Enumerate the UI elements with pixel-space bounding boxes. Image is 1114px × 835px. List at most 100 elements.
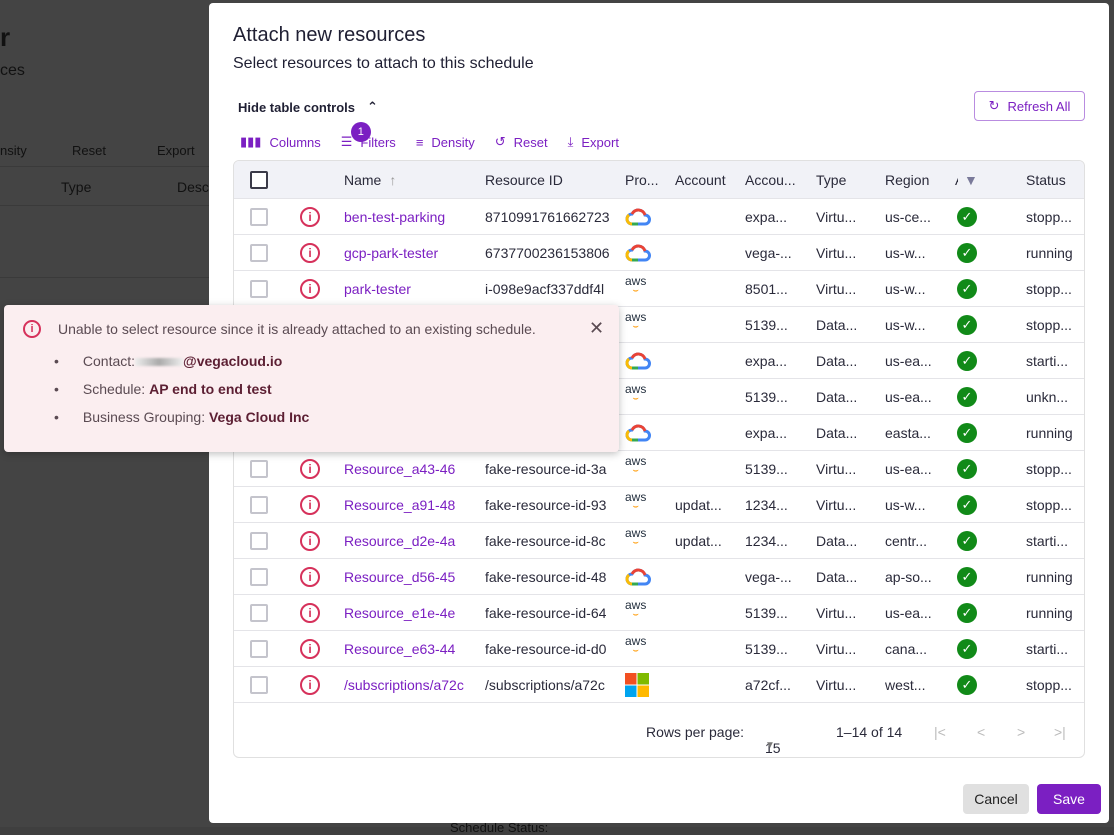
status: running [1026, 244, 1073, 261]
chevron-up-icon: ⌃ [367, 99, 378, 114]
info-icon[interactable]: i [300, 674, 320, 695]
account-name: 5139... [745, 388, 788, 405]
info-icon[interactable]: i [300, 530, 320, 551]
contact-label: Contact: [82, 353, 136, 369]
account-name: 5139... [745, 640, 788, 657]
row-checkbox[interactable] [250, 459, 268, 478]
save-button[interactable]: Save [1037, 784, 1101, 814]
row-checkbox[interactable] [250, 207, 268, 226]
provider-cell: aws ⌣ [625, 631, 646, 666]
rows-per-page-label: Rows per page: [646, 724, 745, 740]
col-name[interactable]: Name ↑ [344, 161, 396, 198]
filter-count-badge: 1 [350, 122, 371, 142]
type: Data... [816, 568, 858, 585]
status: running [1026, 604, 1073, 621]
check-circle-icon: ✓ [957, 674, 977, 695]
table-row[interactable]: i Resource_e1e-4e fake-resource-id-64 aw… [234, 595, 1084, 631]
type: Virtu... [816, 244, 857, 261]
first-page-icon[interactable]: |< [934, 724, 946, 740]
row-checkbox[interactable] [250, 675, 268, 694]
bg-col-type: Type [61, 179, 92, 195]
columns-label: Columns [269, 134, 321, 150]
region: us-w... [885, 316, 926, 333]
table-row[interactable]: i park-tester i-098e9acf337ddf4l aws ⌣ 85… [234, 271, 1084, 307]
row-checkbox[interactable] [250, 567, 268, 586]
filter-lines-icon: ☰ [340, 134, 353, 149]
prev-page-icon[interactable]: < [977, 724, 985, 740]
info-icon[interactable]: i [300, 494, 320, 515]
col-type[interactable]: Type [816, 161, 846, 198]
row-checkbox[interactable] [250, 495, 268, 514]
info-icon[interactable]: i [300, 602, 320, 623]
resource-name-link[interactable]: park-tester [344, 271, 476, 306]
info-icon[interactable]: i [300, 566, 320, 587]
row-checkbox[interactable] [250, 279, 268, 298]
row-checkbox[interactable] [250, 531, 268, 550]
resource-name-link[interactable]: ben-test-parking [344, 199, 476, 234]
last-page-icon[interactable]: >| [1054, 724, 1066, 740]
gcp-icon [625, 352, 651, 369]
toast-contact: • Contact: @vegacloud.io [54, 353, 283, 369]
status: stopp... [1026, 496, 1072, 513]
info-icon[interactable]: i [300, 458, 320, 479]
resource-name-link[interactable]: gcp-park-tester [344, 235, 476, 270]
close-icon[interactable]: ✕ [589, 318, 604, 339]
resource-name-link[interactable]: /subscriptions/a72c [344, 667, 476, 702]
table-row[interactable]: i ben-test-parking 8710991761662723 expa… [234, 199, 1084, 235]
resource-id: 6737700236153806 [485, 244, 610, 261]
reset-button[interactable]: ↺ Reset [495, 134, 548, 150]
table-row[interactable]: i gcp-park-tester 6737700236153806 vega-… [234, 235, 1084, 271]
account-name: 5139... [745, 604, 788, 621]
density-icon: ≡ [415, 134, 424, 150]
resource-name-link[interactable]: Resource_e63-44 [344, 631, 476, 666]
region: centr... [885, 532, 928, 549]
reset-icon: ↺ [494, 134, 506, 149]
export-button[interactable]: ⤓ Export [568, 134, 619, 150]
status: unkn... [1026, 388, 1069, 405]
info-icon[interactable]: i [300, 206, 320, 227]
col-attachable[interactable]: A▼ [955, 161, 985, 198]
resource-name-link[interactable]: Resource_d2e-4a [344, 523, 476, 558]
account-name: 1234... [745, 496, 788, 513]
resource-name-link[interactable]: Resource_a43-46 [344, 451, 476, 486]
columns-button[interactable]: ▮▮▮ Columns [240, 134, 321, 150]
table-row[interactable]: i Resource_d2e-4a fake-resource-id-8c aw… [234, 523, 1084, 559]
table-row[interactable]: i Resource_d56-45 fake-resource-id-48 ve… [234, 559, 1084, 595]
table-row[interactable]: i Resource_a91-48 fake-resource-id-93 aw… [234, 487, 1084, 523]
select-all-checkbox[interactable] [250, 170, 268, 189]
row-checkbox[interactable] [250, 243, 268, 262]
density-button[interactable]: ≡ Density [416, 134, 475, 150]
resource-name-link[interactable]: Resource_e1e-4e [344, 595, 476, 630]
table-row[interactable]: i /subscriptions/a72c /subscriptions/a72… [234, 667, 1084, 703]
row-checkbox[interactable] [250, 639, 268, 658]
type: Virtu... [816, 496, 857, 513]
col-region[interactable]: Region [885, 161, 929, 198]
type: Virtu... [816, 604, 857, 621]
col-provider[interactable]: Pro... [625, 161, 658, 198]
resource-name-link[interactable]: Resource_d56-45 [344, 559, 476, 594]
error-toast: i Unable to select resource since it is … [4, 305, 619, 452]
filters-button[interactable]: ☰ 1 Filters [340, 122, 396, 150]
refresh-all-button[interactable]: ↻ Refresh All [974, 91, 1085, 121]
col-resource-id[interactable]: Resource ID [485, 161, 563, 198]
info-icon[interactable]: i [300, 638, 320, 659]
info-icon[interactable]: i [300, 242, 320, 263]
table-row[interactable]: i Resource_a43-46 fake-resource-id-3a aw… [234, 451, 1084, 487]
col-account-name[interactable]: Accou... [745, 161, 796, 198]
table-row[interactable]: i Resource_e63-44 fake-resource-id-d0 aw… [234, 631, 1084, 667]
account: updat... [675, 532, 722, 549]
table-toolbar: ▮▮▮ Columns ☰ 1 Filters ≡ Density ↺ Reset ⤓ Ex… [240, 122, 639, 150]
cancel-button[interactable]: Cancel [963, 784, 1029, 814]
info-icon[interactable]: i [300, 278, 320, 299]
account-name: vega-... [745, 244, 792, 261]
col-status[interactable]: Status [1026, 161, 1066, 198]
account-name: expa... [745, 352, 788, 369]
type: Data... [816, 388, 858, 405]
hide-table-controls-toggle[interactable]: Hide table controls ⌃ [238, 99, 378, 115]
check-circle-icon: ✓ [957, 278, 977, 299]
resource-name-link[interactable]: Resource_a91-48 [344, 487, 476, 522]
account-name: a72cf... [745, 676, 791, 693]
next-page-icon[interactable]: > [1017, 724, 1025, 740]
col-account[interactable]: Account [675, 161, 726, 198]
row-checkbox[interactable] [250, 603, 268, 622]
